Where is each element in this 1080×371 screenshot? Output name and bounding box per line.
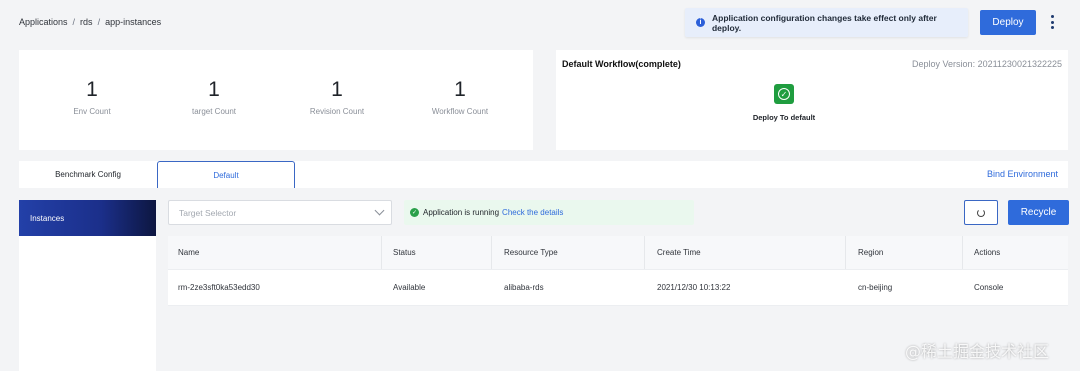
refresh-icon xyxy=(977,208,985,217)
instance-name-link[interactable]: rm-2ze3sft0ka53edd30 xyxy=(178,270,260,305)
sidebar-item-instances[interactable]: Instances xyxy=(19,200,156,236)
running-status-text: Application is running xyxy=(423,208,500,217)
stat-revision-count: 1 Revision Count xyxy=(277,78,397,116)
breadcrumb-separator: / xyxy=(97,17,101,27)
table-header: Name Status Resource Type Create Time Re… xyxy=(168,236,1068,270)
check-icon: ✓ xyxy=(774,84,794,104)
notice-text: Application configuration changes take e… xyxy=(711,12,937,33)
workflow-step-label: Deploy To default xyxy=(752,113,816,122)
workflow-step[interactable]: ✓ Deploy To default xyxy=(744,84,824,122)
breadcrumb-app-instances: app-instances xyxy=(105,17,162,27)
stat-value: 1 xyxy=(331,78,343,101)
stat-label: Env Count xyxy=(73,107,111,116)
instance-region: cn-beijing xyxy=(858,283,893,292)
instance-resource-type: alibaba-rds xyxy=(504,283,544,292)
watermark: @稀土掘金技术社区 xyxy=(905,342,1050,361)
column-header-actions: Actions xyxy=(974,248,1001,257)
workflow-card: Default Workflow(complete) Deploy Versio… xyxy=(556,50,1068,150)
refresh-button[interactable] xyxy=(964,200,998,225)
breadcrumb-separator: / xyxy=(72,17,76,27)
column-header-status: Status xyxy=(382,236,492,269)
workflow-title: Default Workflow(complete) xyxy=(562,59,681,69)
deploy-notice: i Application configuration changes take… xyxy=(685,8,968,37)
check-circle-icon: ✓ xyxy=(410,208,419,217)
recycle-button[interactable]: Recycle xyxy=(1008,200,1069,225)
table-row: rm-2ze3sft0ka53edd30 Available alibaba-r… xyxy=(168,270,1068,306)
more-vertical-icon[interactable] xyxy=(1046,13,1058,31)
stat-value: 1 xyxy=(86,78,98,101)
info-icon: i xyxy=(696,18,705,27)
deploy-button[interactable]: Deploy xyxy=(980,10,1036,35)
column-header-name: Name xyxy=(168,236,382,269)
stat-target-count: 1 target Count xyxy=(154,78,274,116)
stats-card: 1 Env Count 1 target Count 1 Revision Co… xyxy=(19,50,533,150)
breadcrumb-applications[interactable]: Applications xyxy=(19,17,68,27)
stat-value: 1 xyxy=(208,78,220,101)
column-header-create-time: Create Time xyxy=(645,236,846,269)
deploy-version: Deploy Version: 20211230021322225 xyxy=(912,59,1062,69)
stat-label: target Count xyxy=(191,107,237,116)
sidebar: Instances xyxy=(19,200,156,371)
breadcrumb-rds[interactable]: rds xyxy=(80,17,93,27)
stat-value: 1 xyxy=(454,78,466,101)
target-selector[interactable]: Target Selector xyxy=(168,200,392,225)
stat-env-count: 1 Env Count xyxy=(32,78,152,116)
tab-default[interactable]: Default xyxy=(157,161,295,188)
stat-label: Revision Count xyxy=(309,107,365,116)
tab-benchmark-config[interactable]: Benchmark Config xyxy=(19,161,157,188)
chevron-down-icon xyxy=(374,205,385,216)
stat-workflow-count: 1 Workflow Count xyxy=(400,78,520,116)
column-header-resource-type: Resource Type xyxy=(492,236,645,269)
instance-create-time: 2021/12/30 10:13:22 xyxy=(657,283,731,292)
instances-table: Name Status Resource Type Create Time Re… xyxy=(168,236,1068,306)
console-link[interactable]: Console xyxy=(974,270,1003,305)
stat-label: Workflow Count xyxy=(431,107,489,116)
breadcrumb: Applications / rds / app-instances xyxy=(19,17,161,27)
instance-status: Available xyxy=(393,283,426,292)
column-header-region: Region xyxy=(846,236,963,269)
bind-environment-link[interactable]: Bind Environment xyxy=(987,169,1058,179)
check-details-link[interactable]: Check the details xyxy=(502,208,563,217)
env-tabs: Benchmark Config Default Bind Environmen… xyxy=(19,161,1068,188)
running-status-banner: ✓ Application is running Check the detai… xyxy=(404,200,694,225)
target-selector-placeholder: Target Selector xyxy=(179,207,237,218)
